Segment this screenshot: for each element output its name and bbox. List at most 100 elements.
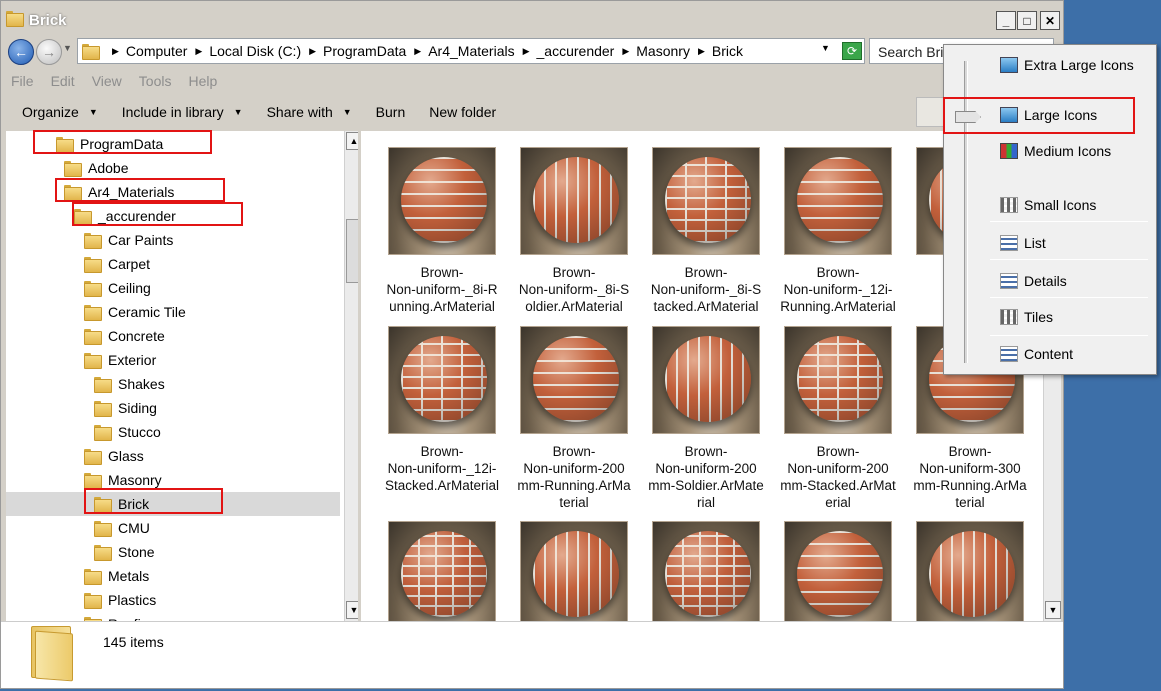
breadcrumb-item[interactable]: ▶ Brick bbox=[690, 43, 743, 59]
tree-item-stone[interactable]: Stone bbox=[94, 540, 155, 564]
tree-item-accurender[interactable]: _accurender bbox=[74, 204, 176, 228]
tree-item-cmu[interactable]: CMU bbox=[94, 516, 150, 540]
file-thumbnail[interactable] bbox=[784, 521, 892, 621]
file-thumbnail[interactable] bbox=[652, 147, 760, 255]
tree-item-siding[interactable]: Siding bbox=[94, 396, 157, 420]
breadcrumb-separator-icon[interactable]: ▶ bbox=[112, 46, 119, 57]
menu-help[interactable]: Help bbox=[188, 69, 217, 93]
list-icon bbox=[1000, 235, 1018, 251]
view-option-extra-large-icons[interactable]: Extra Large Icons bbox=[1000, 54, 1134, 76]
view-option-details[interactable]: Details bbox=[1000, 270, 1067, 292]
file-thumbnail[interactable] bbox=[652, 521, 760, 621]
menu-tools[interactable]: Tools bbox=[139, 69, 172, 93]
close-button[interactable]: ✕ bbox=[1040, 11, 1060, 30]
menu-view[interactable]: View bbox=[92, 69, 122, 93]
menu-edit[interactable]: Edit bbox=[51, 69, 75, 93]
breadcrumb-separator-icon[interactable]: ▶ bbox=[414, 46, 421, 57]
file-name[interactable]: Brown- Non-uniform-_12i- Stacked.ArMateria… bbox=[379, 443, 505, 494]
file-thumbnail[interactable] bbox=[388, 326, 496, 434]
include-in-library-button[interactable]: Include in library ▼ bbox=[122, 104, 243, 120]
breadcrumb-separator-icon[interactable]: ▶ bbox=[523, 46, 530, 57]
file-name[interactable]: Brown- Non-uniform-_12i- Running.ArMateria… bbox=[775, 264, 901, 315]
view-option-list[interactable]: List bbox=[1000, 232, 1046, 254]
file-thumbnail[interactable] bbox=[520, 147, 628, 255]
scroll-down-button[interactable]: ▼ bbox=[346, 601, 358, 619]
breadcrumb-item[interactable]: ▶ Local Disk (C:) bbox=[187, 43, 301, 59]
maximize-button[interactable]: □ bbox=[1017, 11, 1037, 30]
tree-item-label: Plastics bbox=[108, 592, 157, 608]
menu-file[interactable]: File bbox=[11, 69, 34, 93]
address-history-dropdown[interactable]: ▼ bbox=[821, 43, 830, 53]
view-slider-track[interactable] bbox=[964, 61, 968, 363]
breadcrumb-separator-icon[interactable]: ▶ bbox=[195, 46, 202, 57]
file-thumbnail[interactable] bbox=[784, 147, 892, 255]
view-option-large-icons[interactable]: Large Icons bbox=[1000, 104, 1097, 126]
view-option-small-icons[interactable]: Small Icons bbox=[1000, 194, 1096, 216]
file-name[interactable]: Brown- Non-uniform-_8i-R unning.ArMaterial bbox=[379, 264, 505, 315]
forward-button[interactable]: → bbox=[36, 39, 62, 65]
file-name[interactable]: Brown- Non-uniform-_8i-S oldier.ArMaterial bbox=[511, 264, 637, 315]
tree-item-ceiling[interactable]: Ceiling bbox=[84, 276, 151, 300]
tree-item-stucco[interactable]: Stucco bbox=[94, 420, 161, 444]
tree-item-shakes[interactable]: Shakes bbox=[94, 372, 165, 396]
view-option-content[interactable]: Content bbox=[1000, 343, 1073, 365]
tree-item-plastics[interactable]: Plastics bbox=[84, 588, 156, 612]
file-name-line: Non-uniform-_12i- bbox=[387, 461, 497, 476]
file-name[interactable]: Brown- Non-uniform-200 mm-Stacked.ArMat eri… bbox=[775, 443, 901, 511]
file-thumbnail[interactable] bbox=[916, 521, 1024, 621]
tree-item-carpet[interactable]: Carpet bbox=[84, 252, 150, 276]
file-name[interactable]: Brown- Non-uniform-200 mm-Running.ArMa teri… bbox=[511, 443, 637, 511]
tree-item-brick[interactable]: Brick bbox=[6, 492, 340, 516]
back-button[interactable]: ← bbox=[8, 39, 34, 65]
file-name[interactable]: Brown- Non-uniform-200 mm-Soldier.ArMate ri… bbox=[643, 443, 769, 511]
tree-item-adobe[interactable]: Adobe bbox=[64, 156, 128, 180]
tree-item-label: Metals bbox=[108, 568, 150, 584]
tree-item-exterior[interactable]: Exterior bbox=[84, 348, 156, 372]
tree-item-metals[interactable]: Metals bbox=[84, 564, 149, 588]
file-thumbnail[interactable] bbox=[520, 326, 628, 434]
scroll-up-button[interactable]: ▲ bbox=[346, 132, 358, 150]
organize-button[interactable]: Organize ▼ bbox=[22, 104, 98, 120]
file-name-line: oldier.ArMaterial bbox=[525, 299, 623, 314]
title-bar[interactable]: Brick _ □ ✕ bbox=[1, 1, 1063, 37]
folder-icon bbox=[84, 449, 102, 465]
file-thumbnail[interactable] bbox=[784, 326, 892, 434]
breadcrumb-separator-icon[interactable]: ▶ bbox=[309, 46, 316, 57]
breadcrumb-item[interactable]: ▶ Masonry bbox=[614, 43, 690, 59]
file-name[interactable]: Brown- Non-uniform-300 mm-Running.ArMa teri… bbox=[907, 443, 1033, 511]
tree-item-glass[interactable]: Glass bbox=[84, 444, 144, 468]
breadcrumb-item[interactable]: ▶ _accurender bbox=[515, 43, 615, 59]
file-thumbnail[interactable] bbox=[388, 521, 496, 621]
file-thumbnail[interactable] bbox=[388, 147, 496, 255]
recent-pages-dropdown[interactable]: ▼ bbox=[63, 43, 72, 53]
tree-item-programdata[interactable]: ProgramData bbox=[56, 132, 163, 156]
file-name[interactable]: Brown- Non-uniform-_8i-S tacked.ArMaterial bbox=[643, 264, 769, 315]
view-option-medium-icons[interactable]: Medium Icons bbox=[1000, 140, 1111, 162]
tree-scrollbar[interactable]: ▲ ▼ bbox=[344, 131, 358, 621]
view-slider-handle[interactable] bbox=[955, 111, 981, 123]
breadcrumb-item[interactable]: ▶ Computer bbox=[104, 43, 187, 59]
address-bar[interactable]: ▶ Computer ▶ Local Disk (C:) ▶ ProgramData ▶ Ar… bbox=[77, 38, 865, 64]
brick-sphere-preview bbox=[533, 531, 619, 617]
view-option-tiles[interactable]: Tiles bbox=[1000, 306, 1053, 328]
new-folder-button[interactable]: New folder bbox=[429, 104, 496, 120]
scroll-down-button[interactable]: ▼ bbox=[1045, 601, 1061, 619]
burn-button[interactable]: Burn bbox=[376, 104, 406, 120]
file-thumbnail[interactable] bbox=[520, 521, 628, 621]
minimize-button[interactable]: _ bbox=[996, 11, 1016, 30]
refresh-button[interactable]: ⟳ bbox=[842, 42, 862, 60]
tree-item-ar4-materials[interactable]: Ar4_Materials bbox=[64, 180, 174, 204]
file-thumbnail[interactable] bbox=[652, 326, 760, 434]
breadcrumb-item[interactable]: ▶ ProgramData bbox=[301, 43, 406, 59]
breadcrumb-separator-icon[interactable]: ▶ bbox=[622, 46, 629, 57]
tree-item-ceramic-tile[interactable]: Ceramic Tile bbox=[84, 300, 186, 324]
share-with-button[interactable]: Share with ▼ bbox=[267, 104, 352, 120]
breadcrumb-item[interactable]: ▶ Ar4_Materials bbox=[406, 43, 514, 59]
tree-item-masonry[interactable]: Masonry bbox=[84, 468, 162, 492]
breadcrumb-separator-icon[interactable]: ▶ bbox=[698, 46, 705, 57]
change-view-button[interactable] bbox=[916, 97, 946, 127]
tree-item-roofing[interactable]: Roofing bbox=[84, 612, 156, 621]
scroll-thumb[interactable] bbox=[346, 219, 358, 283]
tree-item-concrete[interactable]: Concrete bbox=[84, 324, 165, 348]
tree-item-car-paints[interactable]: Car Paints bbox=[84, 228, 173, 252]
